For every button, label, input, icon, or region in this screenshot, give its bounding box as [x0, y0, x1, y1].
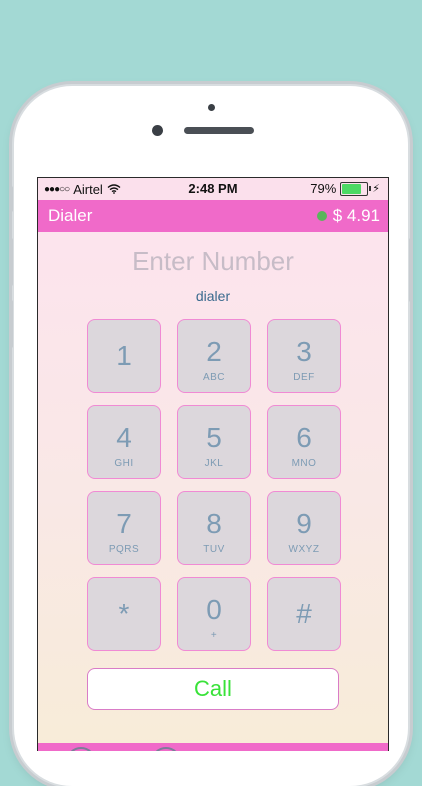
volume-up-button — [9, 238, 13, 286]
key-digit: 7 — [116, 508, 132, 539]
key-letters: MNO — [291, 458, 317, 469]
key-letters: JKL — [204, 458, 224, 469]
mute-switch — [9, 186, 13, 212]
status-bar: ●●●○○ Airtel 2:48 PM 79% ⚡ — [38, 178, 388, 200]
key-letters: DEF — [293, 372, 315, 383]
battery-fill — [342, 183, 362, 194]
keypad-key-3[interactable]: 3 DEF — [267, 319, 341, 393]
volume-down-button — [9, 300, 13, 348]
keypad-key-2[interactable]: 2 ABC — [177, 319, 251, 393]
page-title: Dialer — [48, 206, 93, 225]
dialer-label: dialer — [195, 288, 231, 304]
key-letters: ABC — [202, 372, 226, 383]
key-digit: 9 — [296, 508, 312, 539]
key-digit: * — [118, 598, 130, 629]
key-letters: GHI — [114, 458, 134, 469]
keypad-key-7[interactable]: 7 PQRS — [87, 491, 161, 565]
keypad-key-1[interactable]: 1 — [87, 319, 161, 393]
nav-bar: Dialer $ 4.91 — [38, 200, 388, 232]
keypad-key-8[interactable]: 8 TUV — [177, 491, 251, 565]
call-button[interactable]: Call — [87, 668, 339, 710]
key-digit: # — [296, 598, 312, 629]
balance-display[interactable]: $ 4.91 — [316, 206, 380, 226]
keypad-key-hash[interactable]: # — [267, 577, 341, 651]
keypad-key-6[interactable]: 6 MNO — [267, 405, 341, 479]
keypad-key-5[interactable]: 5 JKL — [177, 405, 251, 479]
keypad-key-star[interactable]: * — [87, 577, 161, 651]
earpiece-speaker — [184, 127, 254, 134]
tab-icon-center[interactable] — [151, 747, 181, 751]
key-digit: 5 — [206, 422, 222, 453]
key-digit: 6 — [296, 422, 312, 453]
keypad-key-0[interactable]: 0 + — [177, 577, 251, 651]
keypad-key-4[interactable]: 4 GHI — [87, 405, 161, 479]
key-letters: WXYZ — [288, 544, 320, 555]
front-camera-icon — [152, 125, 163, 136]
proximity-sensor — [208, 104, 215, 111]
battery-icon — [340, 181, 372, 196]
power-button — [409, 238, 413, 302]
tab-icon-left[interactable] — [66, 747, 96, 751]
keypad-key-9[interactable]: 9 WXYZ — [267, 491, 341, 565]
key-letters: + — [210, 630, 218, 641]
online-status-icon — [316, 211, 327, 221]
charging-icon: ⚡ — [372, 183, 380, 195]
key-digit: 8 — [206, 508, 222, 539]
key-digit: 2 — [206, 336, 222, 367]
key-digit: 4 — [116, 422, 132, 453]
key-letters: PQRS — [108, 544, 140, 555]
key-digit: 1 — [116, 340, 132, 371]
key-digit: 0 — [206, 594, 222, 625]
battery-percent: 79% — [310, 181, 337, 196]
number-input[interactable]: Enter Number — [38, 246, 388, 277]
balance-amount: $ 4.91 — [332, 206, 380, 225]
key-digit: 3 — [296, 336, 312, 367]
key-letters: TUV — [203, 544, 225, 555]
app-screen: ●●●○○ Airtel 2:48 PM 79% ⚡ Dialer $ 4.91… — [37, 177, 389, 751]
